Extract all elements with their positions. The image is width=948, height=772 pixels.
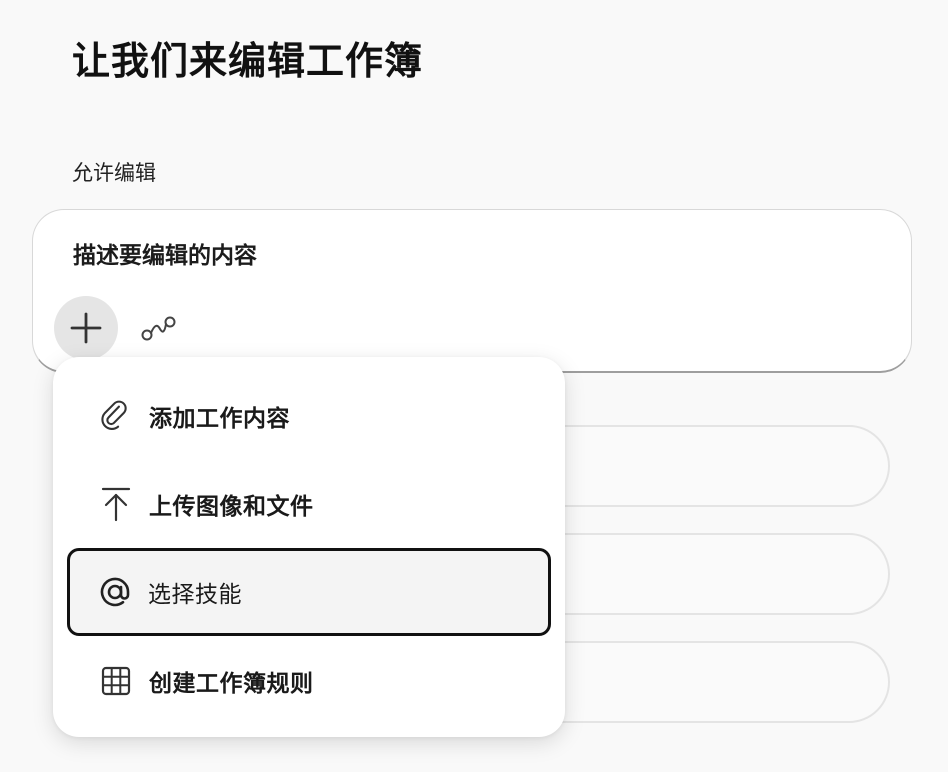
menu-item-label: 创建工作簿规则 — [149, 671, 314, 697]
add-button[interactable] — [54, 296, 118, 360]
section-label: 允许编辑 — [72, 161, 156, 185]
at-icon — [98, 575, 132, 609]
menu-item-add-work-content[interactable]: 添加工作内容 — [69, 374, 549, 458]
menu-item-label: 上传图像和文件 — [149, 494, 314, 520]
prompt-input[interactable]: 描述要编辑的内容 — [73, 236, 257, 270]
menu-item-label: 选择技能 — [148, 582, 242, 608]
connector-icon — [141, 316, 176, 341]
add-menu: 添加工作内容 上传图像和文件 选择技能 创建工作簿规则 — [53, 357, 565, 737]
page-title: 让我们来编辑工作簿 — [72, 39, 424, 83]
paperclip-icon — [99, 399, 133, 433]
menu-item-label: 添加工作内容 — [149, 406, 290, 432]
menu-item-upload-files[interactable]: 上传图像和文件 — [69, 462, 549, 546]
menu-item-select-skill[interactable]: 选择技能 — [67, 548, 551, 636]
prompt-card[interactable]: 描述要编辑的内容 — [32, 209, 912, 373]
grid-icon — [99, 664, 133, 698]
connector-button[interactable] — [137, 306, 181, 350]
plus-icon — [70, 312, 102, 344]
upload-icon — [99, 487, 133, 522]
menu-item-create-rules[interactable]: 创建工作簿规则 — [69, 639, 549, 723]
